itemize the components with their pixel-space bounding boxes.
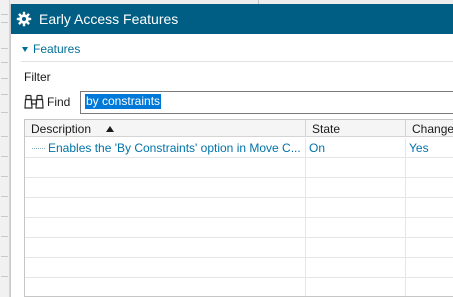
tree-connector bbox=[32, 147, 45, 149]
panel-titlebar: Early Access Features bbox=[11, 4, 453, 34]
table-row-empty bbox=[25, 218, 453, 238]
row-change-cell: Yes bbox=[409, 141, 429, 155]
table-row-empty bbox=[25, 198, 453, 218]
table-row-empty bbox=[25, 278, 453, 296]
find-label: Find bbox=[47, 95, 71, 109]
column-header-change[interactable]: Change bbox=[406, 120, 453, 137]
table-row-empty bbox=[25, 258, 453, 278]
filter-input[interactable]: by constraints bbox=[80, 91, 453, 114]
panel-title: Early Access Features bbox=[39, 11, 179, 27]
filter-label: Filter bbox=[24, 70, 51, 84]
table-row-empty bbox=[25, 178, 453, 198]
gear-icon bbox=[16, 11, 32, 27]
sort-ascending-icon bbox=[106, 125, 115, 132]
find-button[interactable]: Find bbox=[24, 92, 70, 112]
section-divider bbox=[21, 61, 453, 62]
grid-header: Description State Change bbox=[25, 120, 453, 137]
row-description-cell: Enables the 'By Constraints' option in M… bbox=[25, 138, 306, 158]
filter-input-selected-text: by constraints bbox=[85, 94, 162, 109]
table-row-empty bbox=[25, 238, 453, 258]
collapse-triangle-icon bbox=[22, 46, 28, 52]
features-section-toggle[interactable]: Features bbox=[21, 41, 80, 57]
row-state-cell[interactable]: On bbox=[306, 138, 406, 158]
column-header-state[interactable]: State bbox=[306, 120, 406, 137]
column-header-description[interactable]: Description bbox=[25, 120, 306, 137]
early-access-features-panel: Early Access Features Features Filter Fi… bbox=[10, 4, 453, 297]
background-left-strip bbox=[0, 0, 10, 297]
features-section-label: Features bbox=[33, 42, 81, 56]
table-row[interactable]: Enables the 'By Constraints' option in M… bbox=[25, 138, 453, 158]
table-row-empty bbox=[25, 158, 453, 178]
features-grid[interactable]: Description State Change Enables the 'By… bbox=[24, 119, 453, 297]
binoculars-icon bbox=[24, 94, 44, 110]
